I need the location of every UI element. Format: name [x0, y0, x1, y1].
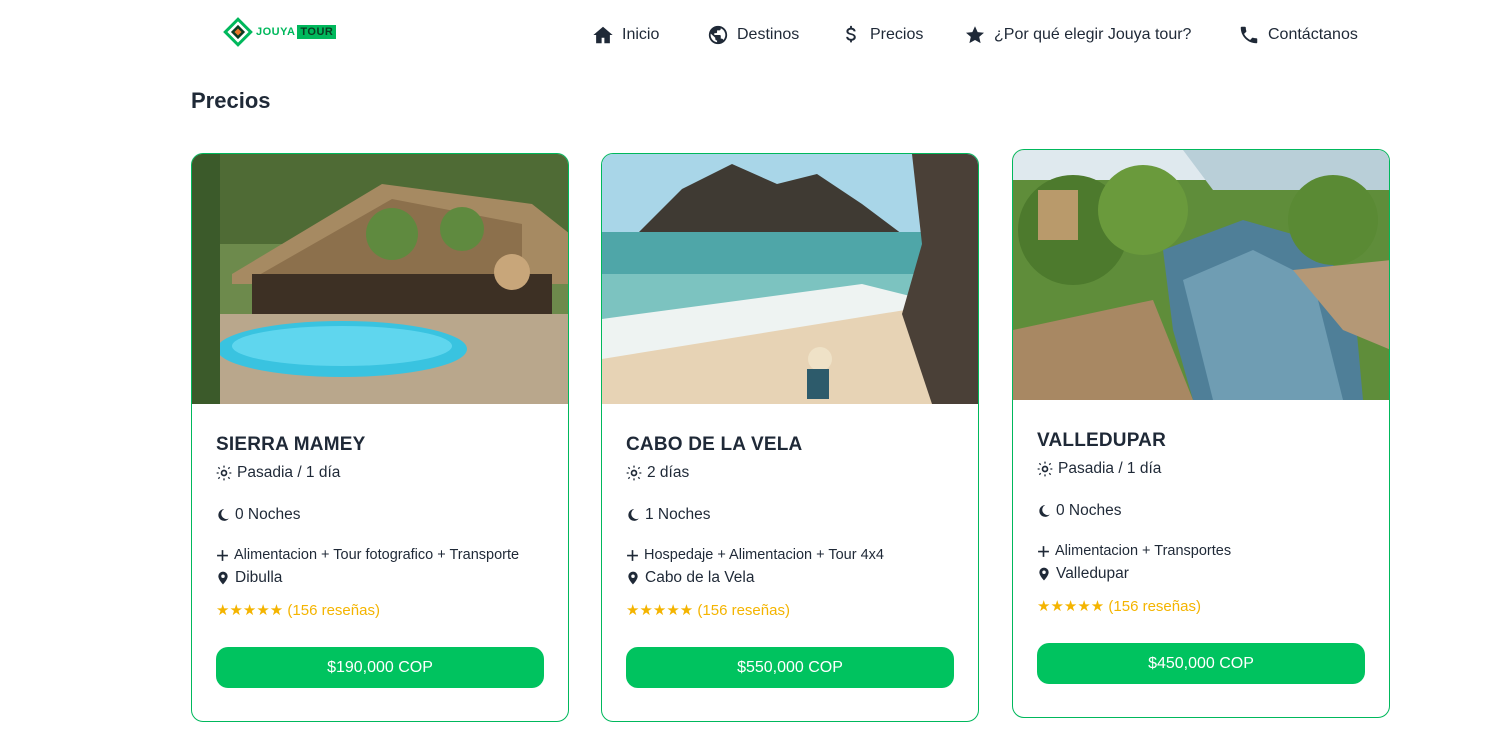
rating: ★★★★★ (156 reseñas) [216, 602, 380, 619]
nav-label: Contáctanos [1268, 26, 1358, 43]
location-pin-icon [218, 571, 228, 585]
nav-item-precios[interactable]: Precios [840, 24, 923, 46]
nights-text: 1 Noches [645, 506, 711, 523]
duration-text: 2 días [647, 464, 690, 481]
rating: ★★★★★ (156 reseñas) [1037, 598, 1201, 615]
location-row: Valledupar [1037, 565, 1365, 583]
nav-label: Inicio [622, 26, 660, 43]
includes-row: Alimentacion + Tour fotografico + Transp… [216, 547, 544, 563]
duration-row: Pasadia / 1 día [216, 464, 544, 482]
nights-row: 0 Noches [1037, 502, 1365, 520]
location-pin-icon [1039, 567, 1049, 581]
location-pin-icon [628, 571, 638, 585]
location-row: Dibulla [216, 569, 544, 587]
brand-logo[interactable]: JOUYA TOUR [223, 17, 337, 47]
duration-row: Pasadia / 1 día [1037, 460, 1365, 478]
moon-icon [218, 509, 229, 521]
location-text: Cabo de la Vela [645, 569, 755, 586]
plus-icon [627, 549, 638, 561]
brand-name: JOUYA TOUR [256, 25, 337, 39]
tour-card-valledupar: VALLEDUPAR Pasadia / 1 día 0 Noches Alim… [1012, 149, 1390, 718]
brand-word-2: TOUR [297, 25, 337, 39]
location-text: Valledupar [1056, 565, 1129, 582]
nav-item-por-que-elegir[interactable]: ¿Por qué elegir Jouya tour? [964, 24, 1191, 46]
price-button[interactable]: $190,000 COP [216, 647, 544, 688]
nights-row: 0 Noches [216, 506, 544, 524]
nav-item-inicio[interactable]: Inicio [592, 24, 659, 46]
sun-icon [626, 465, 642, 481]
plus-icon [217, 549, 228, 561]
duration-text: Pasadia / 1 día [1058, 460, 1162, 477]
nav-label: Precios [870, 26, 924, 43]
nav-label: Destinos [737, 26, 800, 43]
includes-text: Alimentacion + Transportes [1055, 543, 1232, 559]
star-icon [966, 26, 984, 44]
nights-text: 0 Noches [235, 506, 301, 523]
logo-diamond-icon [223, 17, 253, 47]
card-title: SIERRA MAMEY [216, 434, 366, 455]
moon-icon [1039, 505, 1050, 517]
card-image-sierra-mamey [192, 154, 568, 404]
card-title: CABO DE LA VELA [626, 434, 803, 455]
duration-text: Pasadia / 1 día [237, 464, 341, 481]
nights-text: 0 Noches [1056, 502, 1122, 519]
phone-icon [1240, 26, 1258, 44]
location-row: Cabo de la Vela [626, 569, 954, 587]
includes-text: Alimentacion + Tour fotografico + Transp… [234, 547, 520, 563]
duration-row: 2 días [626, 464, 954, 482]
brand-word-1: JOUYA [256, 26, 296, 38]
rating: ★★★★★ (156 reseñas) [626, 602, 790, 619]
includes-text: Hospedaje + Alimentacion + Tour 4x4 [644, 547, 884, 563]
plus-icon [1038, 545, 1049, 557]
includes-row: Alimentacion + Transportes [1037, 543, 1365, 559]
home-icon [593, 26, 613, 44]
price-button[interactable]: $450,000 COP [1037, 643, 1365, 684]
section-title: Precios [191, 88, 271, 113]
nav-item-contactanos[interactable]: Contáctanos [1238, 24, 1358, 46]
nav-item-destinos[interactable]: Destinos [707, 24, 799, 46]
card-image-valledupar [1013, 150, 1389, 400]
sun-icon [216, 465, 232, 481]
globe-icon [708, 25, 728, 45]
tour-card-sierra-mamey: SIERRA MAMEY Pasadia / 1 día 0 Noches Al… [191, 153, 569, 722]
includes-row: Hospedaje + Alimentacion + Tour 4x4 [626, 547, 954, 563]
price-button[interactable]: $550,000 COP [626, 647, 954, 688]
moon-icon [628, 509, 639, 521]
sun-icon [1037, 461, 1053, 477]
nights-row: 1 Noches [626, 506, 954, 524]
card-title: VALLEDUPAR [1037, 430, 1167, 451]
card-image-cabo-de-la-vela [602, 154, 978, 404]
tour-card-cabo-de-la-vela: CABO DE LA VELA 2 días 1 Noches Hospedaj… [601, 153, 979, 722]
location-text: Dibulla [235, 569, 283, 586]
dollar-icon [846, 25, 856, 43]
nav-label: ¿Por qué elegir Jouya tour? [994, 26, 1192, 43]
